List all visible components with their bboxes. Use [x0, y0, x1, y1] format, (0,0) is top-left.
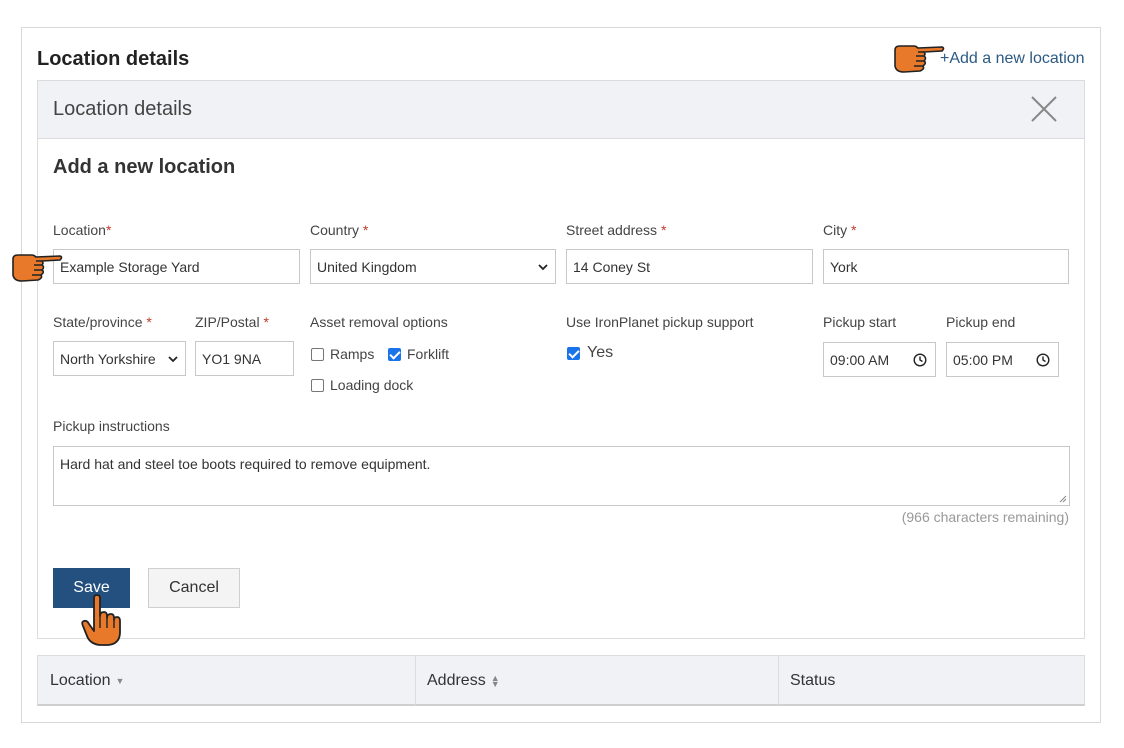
zip-label: ZIP/Postal * [195, 314, 269, 330]
sort-icon: ▼ [115, 675, 125, 686]
column-status[interactable]: Status [778, 656, 1084, 705]
location-input[interactable]: Example Storage Yard [53, 249, 300, 284]
pickup-support-checkbox[interactable] [567, 347, 580, 360]
instructions-label: Pickup instructions [53, 418, 170, 434]
pickup-support-label: Use IronPlanet pickup support [566, 314, 754, 330]
ramps-checkbox[interactable] [311, 348, 324, 361]
add-location-link[interactable]: +Add a new location [940, 50, 1085, 68]
panel-header: Location details [38, 81, 1084, 139]
street-label: Street address * [566, 222, 667, 238]
chevron-down-icon [538, 264, 548, 271]
section-title: Location details [37, 48, 190, 70]
state-select[interactable]: North Yorkshire [53, 341, 186, 376]
pickup-end-label: Pickup end [946, 314, 1016, 330]
locations-table-header: Location ▼ Address ▲ ▼ Status [37, 655, 1085, 706]
clock-icon[interactable] [913, 353, 927, 367]
resize-handle-icon[interactable] [1059, 495, 1067, 503]
close-icon[interactable] [1030, 95, 1058, 123]
pointing-hand-icon [12, 254, 63, 282]
pickup-support-yes-label: Yes [587, 344, 614, 361]
chevron-down-icon [168, 356, 178, 363]
forklift-label: Forklift [407, 346, 449, 362]
location-label: Location* [53, 222, 112, 238]
city-label: City * [823, 222, 857, 238]
loading-dock-checkbox[interactable] [311, 379, 324, 392]
pickup-start-label: Pickup start [823, 314, 897, 330]
cursor-hand-icon [81, 594, 121, 646]
loading-dock-label: Loading dock [330, 377, 414, 393]
form-title: Add a new location [53, 156, 236, 178]
location-form-panel: Location details Add a new location Loca… [37, 80, 1085, 639]
asset-removal-label: Asset removal options [310, 314, 448, 330]
pickup-end-input[interactable]: 05:00 PM [946, 342, 1059, 377]
street-input[interactable]: 14 Coney St [566, 249, 813, 284]
instructions-textarea[interactable]: Hard hat and steel toe boots required to… [53, 446, 1070, 506]
pointing-hand-icon [894, 45, 945, 73]
state-label: State/province * [53, 314, 152, 330]
sort-icon: ▲ ▼ [490, 672, 500, 689]
country-select[interactable]: United Kingdom [310, 249, 556, 284]
panel-title: Location details [53, 98, 192, 120]
column-location[interactable]: Location ▼ [38, 656, 415, 705]
country-label: Country * [310, 222, 369, 238]
forklift-checkbox[interactable] [388, 348, 401, 361]
cancel-button[interactable]: Cancel [148, 568, 240, 608]
column-address[interactable]: Address ▲ ▼ [415, 656, 778, 705]
city-input[interactable]: York [823, 249, 1069, 284]
characters-remaining: (966 characters remaining) [901, 509, 1069, 525]
clock-icon[interactable] [1036, 353, 1050, 367]
zip-input[interactable]: YO1 9NA [195, 341, 294, 376]
ramps-label: Ramps [330, 346, 375, 362]
pickup-start-input[interactable]: 09:00 AM [823, 342, 936, 377]
